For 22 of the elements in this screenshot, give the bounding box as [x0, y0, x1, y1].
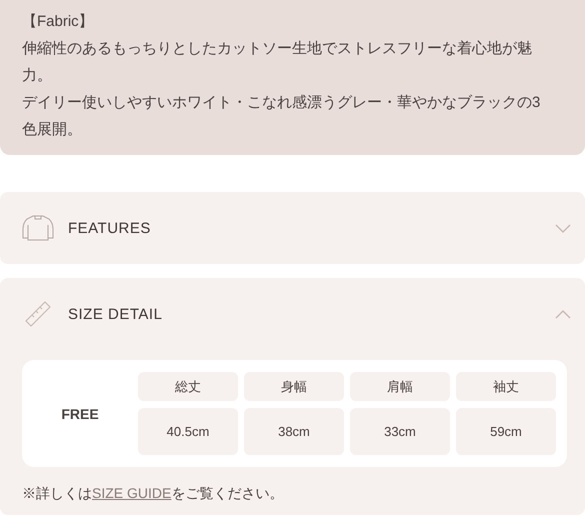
column-header: 総丈 [138, 372, 238, 401]
column-header: 肩幅 [350, 372, 450, 401]
description-text: 伸縮性のあるもっちりとしたカットソー生地でストレスフリーな着心地が魅力。 [22, 39, 533, 86]
table-cell: 59cm [456, 408, 556, 455]
size-label: FREE [60, 406, 100, 422]
accordion-header[interactable]: SIZE DETAIL [0, 278, 585, 350]
section-title: FEATURES [68, 220, 152, 236]
size-guide-note: ※詳しくはSIZE GUIDEをご覧ください。 [22, 485, 284, 503]
chevron-up-icon[interactable] [555, 310, 571, 318]
table-cell: 38cm [244, 408, 344, 455]
size-guide-link[interactable]: SIZE GUIDE [92, 485, 172, 501]
column-header: 袖丈 [456, 372, 556, 401]
section-title: SIZE DETAIL [68, 306, 164, 322]
chevron-down-icon[interactable] [555, 224, 571, 232]
ruler-icon [24, 300, 52, 328]
column-header: 身幅 [244, 372, 344, 401]
sweater-icon [22, 215, 54, 241]
accordion-header[interactable]: FEATURES [0, 192, 585, 264]
fabric-heading: 【Fabric】 [22, 12, 95, 32]
table-cell: 40.5cm [138, 408, 238, 455]
description-text: デイリー使いしやすいホワイト・こなれ感漂うグレー・華やかなブラックの3色展開。 [22, 93, 542, 140]
table-cell: 33cm [350, 408, 450, 455]
